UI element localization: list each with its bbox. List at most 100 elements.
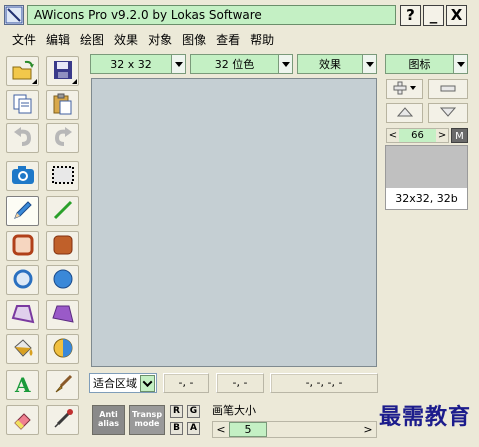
transp-label: Transp mode (131, 410, 163, 428)
ellipse-filled-tool[interactable] (46, 265, 79, 295)
window-title: AWicons Pro v9.2.0 by Lokas Software (27, 5, 396, 25)
rect-outline-tool[interactable] (6, 231, 39, 261)
gradient-icon (52, 337, 74, 362)
redo-icon (52, 126, 74, 151)
fill-tool[interactable] (6, 334, 39, 364)
copy-button[interactable] (6, 90, 39, 120)
effects-dropdown[interactable]: 效果 (297, 54, 377, 74)
zoom-select-value: 适合区域 (93, 377, 137, 390)
undo-button[interactable] (6, 123, 39, 153)
ellipse-outline-tool[interactable] (6, 265, 39, 295)
eyedropper-tool[interactable] (46, 405, 79, 435)
thumbnail-image (386, 146, 467, 188)
svg-text:A: A (14, 373, 31, 395)
save-button[interactable] (46, 56, 79, 86)
menu-draw[interactable]: 绘图 (76, 30, 110, 50)
channel-b-button[interactable]: B (170, 422, 183, 435)
menu-object[interactable]: 对象 (144, 30, 178, 50)
size-dropdown-value: 32 x 32 (110, 57, 152, 71)
icon-dropdown[interactable]: 图标 (385, 54, 468, 74)
transparent-mode-toggle[interactable]: Transp mode (129, 405, 165, 435)
line-tool[interactable] (46, 196, 79, 226)
ellipse-filled-icon (52, 268, 74, 293)
channel-g-button[interactable]: G (187, 405, 200, 418)
triangle-down-icon (439, 107, 457, 120)
size-dropdown[interactable]: 32 x 32 (90, 54, 186, 74)
brush-size-decrease[interactable]: < (213, 423, 229, 436)
fill-bucket-icon (11, 337, 35, 362)
brush-size-increase[interactable]: > (360, 423, 376, 436)
frame-decrease[interactable]: < (387, 130, 399, 141)
triangle-up-icon (396, 106, 413, 120)
rect-filled-tool[interactable] (46, 231, 79, 261)
menu-effects[interactable]: 效果 (110, 30, 144, 50)
paste-button[interactable] (46, 90, 79, 120)
antialias-toggle[interactable]: Anti alias (92, 405, 125, 435)
gradient-tool[interactable] (46, 334, 79, 364)
menu-view[interactable]: 查看 (212, 30, 246, 50)
polygon-filled-tool[interactable] (46, 300, 79, 330)
chevron-down-icon (140, 374, 155, 392)
polygon-outline-icon (11, 304, 35, 327)
open-button[interactable] (6, 56, 39, 86)
frame-stepper[interactable]: < 66 > (386, 128, 449, 143)
remove-icon-button[interactable] (428, 79, 468, 99)
drawing-canvas[interactable] (91, 78, 377, 367)
polygon-filled-icon (51, 304, 75, 327)
plus-icon (392, 81, 418, 98)
rounded-rect-outline-icon (12, 234, 34, 259)
add-icon-button[interactable] (386, 79, 423, 99)
mask-button[interactable]: M (451, 128, 468, 143)
chevron-down-icon (171, 55, 185, 73)
chevron-down-icon (362, 55, 376, 73)
ellipse-outline-icon (12, 268, 34, 293)
camera-icon (11, 165, 35, 188)
selection-rect: -, -, -, - (270, 373, 378, 393)
color-depth-value: 32 位色 (214, 58, 255, 71)
brush-size-label: 画笔大小 (212, 404, 256, 417)
close-button[interactable]: X (446, 5, 467, 26)
chevron-down-icon (453, 55, 467, 73)
eyedropper-icon (52, 408, 74, 433)
color-depth-dropdown[interactable]: 32 位色 (190, 54, 293, 74)
polygon-outline-tool[interactable] (6, 300, 39, 330)
frame-increase[interactable]: > (436, 130, 448, 141)
line-icon (52, 199, 74, 224)
selection-coord: -, - (216, 373, 264, 393)
brush-size-value[interactable]: 5 (229, 422, 267, 437)
text-tool[interactable]: A (6, 370, 39, 400)
icon-thumbnail[interactable]: 32x32, 32b (385, 145, 468, 210)
app-icon[interactable] (4, 5, 24, 25)
eraser-icon (12, 408, 34, 433)
antialias-label: Anti alias (97, 410, 120, 428)
select-tool[interactable] (46, 161, 79, 191)
eraser-tool[interactable] (6, 405, 39, 435)
watermark-text: 最需教育 (378, 404, 471, 430)
thumbnail-label: 32x32, 32b (395, 192, 458, 205)
pencil-tool[interactable] (6, 196, 39, 226)
undo-icon (12, 126, 34, 151)
minimize-button[interactable]: _ (423, 5, 444, 26)
text-icon: A (12, 373, 34, 398)
redo-button[interactable] (46, 123, 79, 153)
brush-tool[interactable] (46, 370, 79, 400)
channel-a-button[interactable]: A (187, 422, 200, 435)
rounded-rect-filled-icon (52, 234, 74, 259)
menu-file[interactable]: 文件 (8, 30, 42, 50)
icon-dropdown-value: 图标 (408, 58, 431, 71)
select-rect-icon (51, 165, 75, 188)
brush-size-stepper[interactable]: < 5 > (212, 421, 377, 438)
copy-icon (12, 93, 34, 118)
capture-tool[interactable] (6, 161, 39, 191)
frame-value[interactable]: 66 (398, 129, 437, 142)
menu-edit[interactable]: 编辑 (42, 30, 76, 50)
pencil-icon (12, 199, 34, 224)
help-button[interactable]: ? (400, 5, 421, 26)
zoom-select[interactable]: 适合区域 (89, 373, 157, 393)
channel-r-button[interactable]: R (170, 405, 183, 418)
move-down-button[interactable] (428, 103, 468, 123)
menu-help[interactable]: 帮助 (246, 30, 280, 50)
move-up-button[interactable] (386, 103, 423, 123)
menu-image[interactable]: 图像 (178, 30, 212, 50)
effects-dropdown-value: 效果 (319, 58, 341, 71)
